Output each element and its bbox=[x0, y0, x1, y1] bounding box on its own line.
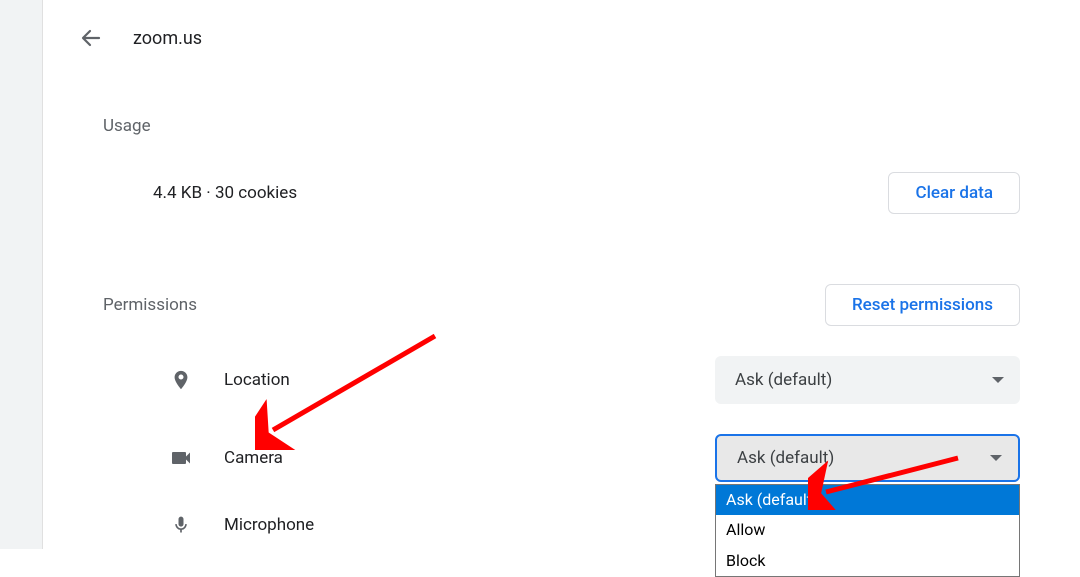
clear-data-button[interactable]: Clear data bbox=[888, 172, 1020, 214]
page-gutter bbox=[0, 0, 42, 549]
permission-select-camera[interactable]: Ask (default) bbox=[715, 434, 1020, 482]
select-value: Ask (default) bbox=[737, 448, 834, 468]
site-hostname: zoom.us bbox=[133, 28, 202, 49]
chevron-down-icon bbox=[990, 455, 1002, 461]
permission-name: Camera bbox=[224, 448, 283, 468]
reset-permissions-button[interactable]: Reset permissions bbox=[825, 284, 1020, 326]
permissions-section-label: Permissions bbox=[103, 295, 197, 315]
dropdown-option-block[interactable]: Block bbox=[716, 546, 1019, 576]
dropdown-option-allow[interactable]: Allow bbox=[716, 515, 1019, 545]
permission-dropdown-list: Ask (default) Allow Block bbox=[715, 484, 1020, 577]
select-value: Ask (default) bbox=[735, 370, 832, 390]
location-icon bbox=[168, 367, 194, 393]
permission-name: Microphone bbox=[224, 515, 314, 535]
dropdown-option-ask[interactable]: Ask (default) bbox=[716, 485, 1019, 515]
usage-details: 4.4 KB · 30 cookies bbox=[153, 183, 297, 203]
permission-name: Location bbox=[224, 370, 290, 390]
chevron-down-icon bbox=[992, 377, 1004, 383]
microphone-icon bbox=[168, 512, 194, 538]
permission-row-camera: Camera Ask (default) Ask (default) Allow… bbox=[103, 434, 1020, 482]
permission-row-location: Location Ask (default) bbox=[103, 356, 1020, 404]
site-settings-panel: zoom.us Usage 4.4 KB · 30 cookies Clear … bbox=[42, 0, 1080, 549]
camera-icon bbox=[168, 445, 194, 471]
permission-select-location[interactable]: Ask (default) bbox=[715, 356, 1020, 404]
back-button[interactable] bbox=[73, 20, 109, 56]
arrow-left-icon bbox=[79, 26, 103, 50]
usage-section-label: Usage bbox=[103, 116, 1080, 136]
